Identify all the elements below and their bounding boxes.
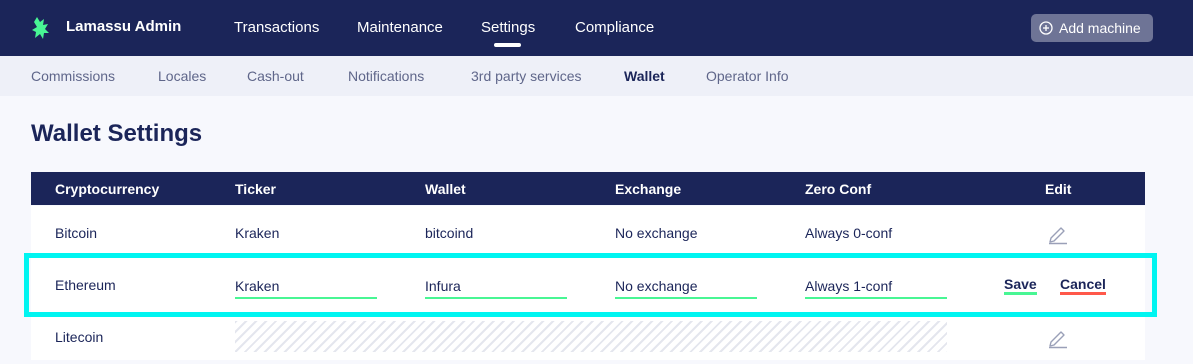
nav-compliance[interactable]: Compliance xyxy=(575,19,654,36)
subnav-operator-info[interactable]: Operator Info xyxy=(706,68,789,84)
cell-wallet: bitcoind xyxy=(425,225,474,241)
lamassu-logo-icon xyxy=(32,17,49,39)
col-ticker: Ticker xyxy=(235,181,276,197)
col-cryptocurrency: Cryptocurrency xyxy=(55,181,160,197)
editing-row-highlight xyxy=(24,253,1157,317)
plus-circle-icon xyxy=(1039,21,1053,35)
nav-settings[interactable]: Settings xyxy=(481,19,535,36)
add-machine-label: Add machine xyxy=(1059,20,1141,36)
subnav-3rd-party-services[interactable]: 3rd party services xyxy=(471,68,581,84)
add-machine-button[interactable]: Add machine xyxy=(1031,14,1153,42)
subnav-cash-out[interactable]: Cash-out xyxy=(247,68,304,84)
subnav-locales[interactable]: Locales xyxy=(158,68,206,84)
top-navbar: Lamassu Admin Transactions Maintenance S… xyxy=(0,0,1193,56)
cell-crypto: Litecoin xyxy=(55,329,104,345)
nav-active-indicator xyxy=(494,43,521,47)
cell-zero-conf: Always 0-conf xyxy=(805,225,893,241)
subnav-wallet[interactable]: Wallet xyxy=(624,68,665,84)
table-row-bitcoin xyxy=(31,206,1145,258)
col-exchange: Exchange xyxy=(615,181,682,197)
disabled-fields-area xyxy=(235,321,947,352)
cell-exchange: No exchange xyxy=(615,225,698,241)
page-title: Wallet Settings xyxy=(31,120,203,147)
subnav-notifications[interactable]: Notifications xyxy=(348,68,424,84)
settings-subnav: Commissions Locales Cash-out Notificatio… xyxy=(0,56,1193,96)
edit-pencil-icon[interactable] xyxy=(1046,325,1070,349)
app-brand[interactable]: Lamassu Admin xyxy=(66,18,181,35)
nav-maintenance[interactable]: Maintenance xyxy=(357,19,443,36)
cell-ticker: Kraken xyxy=(235,225,280,241)
subnav-commissions[interactable]: Commissions xyxy=(31,68,115,84)
cell-crypto: Bitcoin xyxy=(55,225,98,241)
col-wallet: Wallet xyxy=(425,181,466,197)
table-header: Cryptocurrency Ticker Wallet Exchange Ze… xyxy=(31,172,1145,205)
col-edit: Edit xyxy=(1045,181,1072,197)
col-zero-conf: Zero Conf xyxy=(805,181,872,197)
edit-pencil-icon[interactable] xyxy=(1046,221,1070,245)
nav-transactions[interactable]: Transactions xyxy=(234,19,319,36)
